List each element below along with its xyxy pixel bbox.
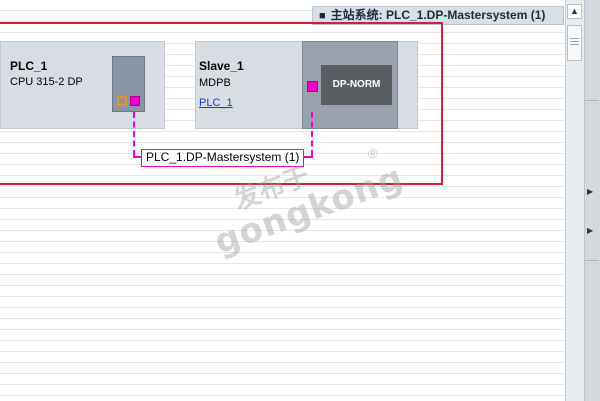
dp-norm-module[interactable]: DP-NORM — [321, 65, 392, 105]
scroll-up-icon[interactable]: ▲ — [567, 4, 582, 19]
slave-master-link[interactable]: PLC_1 — [199, 97, 233, 109]
expand-arrow-icon[interactable]: ▶ — [587, 226, 593, 235]
slave-bus-drop — [311, 112, 315, 156]
strip-divider — [585, 100, 599, 101]
side-panel-strip[interactable] — [584, 0, 600, 401]
watermark-registered: ® — [368, 146, 378, 161]
plc-name: PLC_1 — [10, 59, 48, 73]
slave-type: MDPB — [199, 77, 231, 89]
plc-bus-drop — [133, 112, 137, 156]
plc-port-icon[interactable] — [117, 96, 127, 106]
strip-divider — [585, 260, 599, 261]
scroll-thumb[interactable] — [567, 25, 582, 61]
slave-dp-port-icon[interactable] — [307, 81, 318, 92]
thumb-grip — [570, 41, 579, 42]
collapse-arrow-icon[interactable]: ▶ — [587, 187, 593, 196]
pin-icon[interactable]: ■ — [319, 10, 326, 22]
slave-name: Slave_1 — [199, 59, 244, 73]
master-system-label: 主站系统: PLC_1.DP-Mastersystem (1) — [330, 8, 546, 22]
plc-type: CPU 315-2 DP — [10, 76, 83, 88]
plc-dp-port-icon[interactable] — [130, 96, 140, 106]
thumb-grip — [570, 38, 579, 39]
thumb-grip — [570, 44, 579, 45]
